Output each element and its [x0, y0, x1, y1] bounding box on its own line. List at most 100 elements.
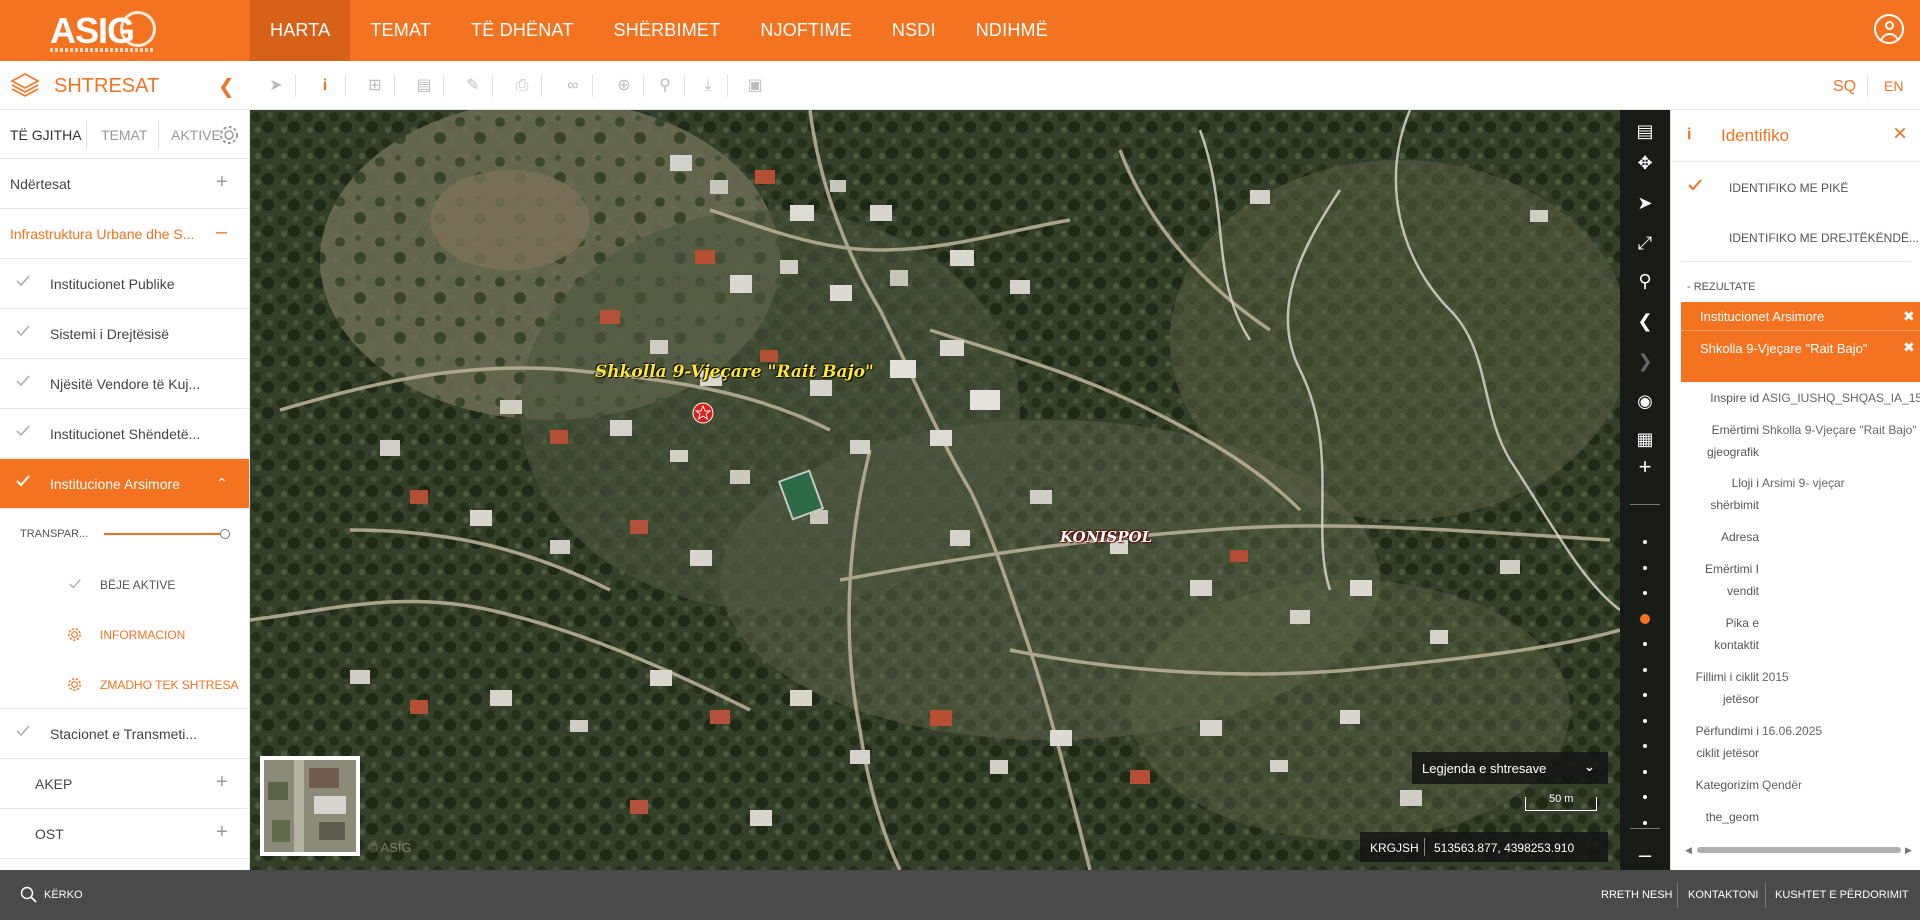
check-icon[interactable] [15, 473, 31, 489]
asig-logo[interactable]: ASIG [50, 10, 156, 54]
zoom-level-dot[interactable] [1643, 769, 1647, 774]
zoom-level-dot[interactable] [1643, 718, 1647, 723]
crs-label[interactable]: KRGJSH [1370, 841, 1419, 855]
identify-by-rectangle-option[interactable]: IDENTIFIKO ME DREJTËKËNDË... [1681, 212, 1919, 262]
zoom-level-current[interactable] [1640, 613, 1650, 624]
add-box-icon[interactable]: ⊞ [364, 75, 386, 97]
close-icon[interactable]: × [1893, 120, 1907, 148]
result-layer-item[interactable]: Institucionet Arsimore ✖ [1681, 302, 1920, 330]
nav-sherbimet[interactable]: SHËRBIMET [594, 0, 741, 61]
info-icon[interactable]: i [314, 75, 336, 97]
tab-themes[interactable]: TEMAT [101, 127, 147, 143]
zoom-level-dot[interactable] [1643, 795, 1647, 799]
expand-plus-icon[interactable]: + [216, 171, 228, 194]
grid-icon[interactable]: ▦ [1620, 424, 1670, 454]
footer-contact-link[interactable]: KONTAKTONI [1688, 889, 1759, 901]
expand-plus-icon[interactable]: + [216, 821, 228, 844]
scroll-right-icon[interactable]: ▶ [1905, 845, 1912, 856]
user-body [1880, 33, 1899, 42]
school-marker-icon[interactable] [692, 402, 714, 424]
zoom-level-dot[interactable] [1643, 642, 1647, 646]
results-header[interactable]: - REZULTATE [1687, 281, 1755, 293]
layer-institucionet-publike[interactable]: Institucionet Publike [0, 259, 249, 309]
layer-group-ndertesat[interactable]: Ndërtesat + [0, 159, 249, 209]
download-icon[interactable]: ⤓ [697, 75, 719, 97]
legend-dropdown[interactable]: Legjenda e shtresave ⌄ [1412, 752, 1608, 784]
pointer-icon[interactable]: ➤ [265, 75, 287, 97]
zoom-level-dot[interactable] [1643, 591, 1647, 595]
check-icon[interactable] [15, 323, 31, 339]
nav-temat[interactable]: TEMAT [350, 0, 451, 61]
sub-action-make-active[interactable]: BËJE AKTIVE [0, 559, 249, 609]
chevron-up-icon[interactable]: ⌃ [216, 475, 228, 492]
collapse-panel-button[interactable]: ❮ [218, 74, 235, 99]
plus-circle-icon[interactable]: ⊕ [613, 75, 635, 97]
check-icon[interactable] [15, 423, 31, 439]
layer-group-label: OST [35, 826, 64, 842]
layer-group-ost[interactable]: OST + [0, 809, 249, 859]
lang-sq[interactable]: SQ [1833, 78, 1856, 96]
user-account-icon[interactable] [1874, 14, 1904, 44]
previous-extent-icon[interactable]: ❮ [1620, 306, 1670, 336]
remove-result-icon[interactable]: ✖ [1903, 308, 1915, 325]
locate-icon[interactable]: ➤ [1620, 188, 1670, 218]
search-icon[interactable]: ⚲ [654, 75, 676, 97]
zoom-out-button[interactable]: – [1620, 840, 1670, 870]
overview-minimap[interactable] [260, 756, 360, 856]
remove-result-icon[interactable]: ✖ [1903, 339, 1915, 356]
expand-plus-icon[interactable]: + [216, 771, 228, 794]
basemap-icon[interactable]: ▤ [1620, 116, 1670, 146]
zoom-box-icon[interactable]: ⚲ [1620, 266, 1670, 296]
globe-icon[interactable]: ◉ [1620, 386, 1670, 416]
zoom-in-button[interactable]: + [1620, 452, 1670, 482]
lang-en[interactable]: EN [1884, 78, 1903, 94]
link-icon[interactable]: ∞ [562, 75, 584, 97]
tab-all[interactable]: TË GJITHA [10, 127, 82, 143]
nav-harta[interactable]: HARTA [250, 0, 351, 61]
horizontal-scrollbar[interactable]: ◀ ▶ [1685, 845, 1913, 855]
edit-icon[interactable]: ✎ [462, 75, 484, 97]
scroll-left-icon[interactable]: ◀ [1685, 845, 1692, 856]
identify-by-point-option[interactable]: IDENTIFIKO ME PIKË [1671, 162, 1920, 212]
layer-group-infrastruktura[interactable]: Infrastruktura Urbane dhe S... – [0, 209, 249, 259]
check-icon[interactable] [15, 723, 31, 739]
transparency-slider-handle[interactable] [220, 529, 230, 539]
layer-stacionet-transmetimit[interactable]: Stacionet e Transmeti... [0, 709, 249, 759]
zoom-level-dot[interactable] [1643, 565, 1647, 570]
zoom-level-dot[interactable] [1643, 540, 1647, 544]
chart-icon[interactable]: ▤ [413, 75, 435, 97]
result-feature-label: Shkolla 9-Vjeçare "Rait Bajo" [1700, 341, 1868, 356]
fullscreen-icon[interactable]: ⤢ [1620, 228, 1670, 258]
layer-sistemi-drejtesise[interactable]: Sistemi i Drejtësisë [0, 309, 249, 359]
print-icon[interactable]: ⎙ [511, 75, 533, 97]
nav-ndihme[interactable]: NDIHMË [956, 0, 1068, 61]
collapse-minus-icon[interactable]: – [216, 221, 227, 244]
sub-action-info[interactable]: INFORMACION [0, 609, 249, 659]
nav-nsdi[interactable]: NSDI [872, 0, 956, 61]
nav-te-dhenat[interactable]: TË DHËNAT [451, 0, 593, 61]
footer-terms-link[interactable]: KUSHTET E PËRDORIMIT [1775, 889, 1909, 901]
zoom-level-dot[interactable] [1643, 744, 1647, 748]
transparency-slider-track[interactable] [104, 533, 226, 535]
check-icon[interactable] [15, 373, 31, 389]
sub-action-zoom-to-layer[interactable]: ZMADHO TEK SHTRESA [0, 659, 249, 709]
settings-gear-icon[interactable] [218, 124, 240, 146]
layer-njesite-vendore[interactable]: Njësitë Vendore të Kuj... [0, 359, 249, 409]
next-extent-icon[interactable]: ❯ [1620, 346, 1670, 376]
footer-about-link[interactable]: RRETH NESH [1601, 889, 1673, 901]
image-icon[interactable]: ▣ [744, 75, 766, 97]
tab-active[interactable]: AKTIVE [171, 127, 221, 143]
scrollbar-thumb[interactable] [1697, 847, 1901, 853]
check-icon[interactable] [15, 273, 31, 289]
layer-group-akep[interactable]: AKEP + [0, 759, 249, 809]
scale-bar: 50 m [1525, 793, 1605, 815]
map-canvas[interactable]: Shkolla 9-Vjeçare "Rait Bajo" KONISPOL ©… [250, 110, 1670, 870]
layer-institucionet-shendetesore[interactable]: Institucionet Shëndetë... [0, 409, 249, 459]
zoom-level-dot[interactable] [1643, 820, 1647, 825]
full-extent-icon[interactable]: ✥ [1620, 148, 1670, 178]
zoom-level-dot[interactable] [1643, 667, 1647, 672]
zoom-level-dot[interactable] [1643, 693, 1647, 697]
result-feature-item[interactable]: Shkolla 9-Vjeçare "Rait Bajo" ✖ [1681, 330, 1920, 382]
layer-institucione-arsimore[interactable]: Institucione Arsimore ⌃ [0, 459, 249, 509]
nav-njoftime[interactable]: NJOFTIME [740, 0, 872, 61]
